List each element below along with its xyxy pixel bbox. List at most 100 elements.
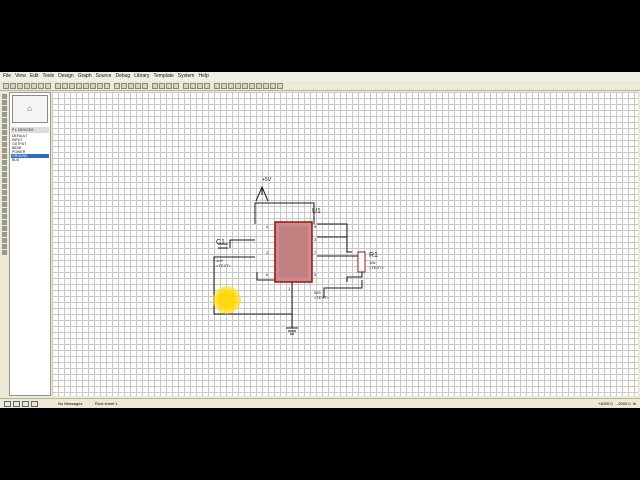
pin-label: 1 bbox=[288, 286, 291, 291]
schematic-canvas[interactable]: +5V U1 C1 1nF <TEXT> R1 10k <TEXT> 555 <… bbox=[52, 92, 638, 396]
rotate-ccw-icon[interactable] bbox=[1, 238, 7, 243]
netlist-ares-icon[interactable] bbox=[277, 82, 283, 89]
object-selector-tabs[interactable]: P L DEVICES bbox=[11, 127, 49, 133]
grid-icon[interactable] bbox=[62, 82, 68, 89]
arc-icon[interactable] bbox=[1, 202, 7, 207]
overview-window[interactable]: ⌂ bbox=[12, 95, 48, 123]
menu-view[interactable]: View bbox=[15, 72, 26, 81]
menu-source[interactable]: Source bbox=[96, 72, 112, 81]
pick-device-icon[interactable] bbox=[183, 82, 189, 89]
mode-toolbar bbox=[0, 92, 8, 396]
wire-label-icon[interactable] bbox=[1, 112, 7, 117]
terminal-icon[interactable] bbox=[1, 136, 7, 141]
cut-icon[interactable] bbox=[128, 82, 134, 89]
circle-icon[interactable] bbox=[1, 196, 7, 201]
junction-icon[interactable] bbox=[1, 106, 7, 111]
new-sheet-icon[interactable] bbox=[242, 82, 248, 89]
zoom-all-icon[interactable] bbox=[97, 82, 103, 89]
box-icon[interactable] bbox=[1, 190, 7, 195]
line-icon[interactable] bbox=[1, 184, 7, 189]
current-probe-icon[interactable] bbox=[1, 172, 7, 177]
rotate-cw-icon[interactable] bbox=[1, 232, 7, 237]
bom-icon[interactable] bbox=[263, 82, 269, 89]
menu-debug[interactable]: Debug bbox=[115, 72, 130, 81]
block-rotate-icon[interactable] bbox=[166, 82, 172, 89]
open-icon[interactable] bbox=[10, 82, 16, 89]
search-tag-icon[interactable] bbox=[221, 82, 227, 89]
pause-icon[interactable] bbox=[22, 401, 29, 407]
redraw-icon[interactable] bbox=[55, 82, 61, 89]
step-icon[interactable] bbox=[13, 401, 20, 407]
zoom-out-icon[interactable] bbox=[90, 82, 96, 89]
erc-icon[interactable] bbox=[270, 82, 276, 89]
pan-icon[interactable] bbox=[76, 82, 82, 89]
save-icon[interactable] bbox=[17, 82, 23, 89]
wire-c1[interactable] bbox=[229, 239, 255, 248]
voltage-probe-icon[interactable] bbox=[1, 166, 7, 171]
message-count[interactable]: No Messages bbox=[58, 399, 82, 408]
ground-icon[interactable] bbox=[286, 327, 298, 335]
wire-autorouter-icon[interactable] bbox=[214, 82, 220, 89]
block-move-icon[interactable] bbox=[159, 82, 165, 89]
menu-graph[interactable]: Graph bbox=[78, 72, 92, 81]
menu-edit[interactable]: Edit bbox=[30, 72, 39, 81]
menu-tools[interactable]: Tools bbox=[42, 72, 54, 81]
origin-icon[interactable] bbox=[69, 82, 75, 89]
print-area-icon[interactable] bbox=[45, 82, 51, 89]
tape-icon[interactable] bbox=[1, 154, 7, 159]
graph-icon[interactable] bbox=[1, 148, 7, 153]
symbol-icon[interactable] bbox=[1, 220, 7, 225]
generator-icon[interactable] bbox=[1, 160, 7, 165]
pin-label: 7 bbox=[314, 250, 317, 255]
print-icon[interactable] bbox=[38, 82, 44, 89]
text-script-icon[interactable] bbox=[1, 118, 7, 123]
toolbar-separator bbox=[111, 83, 113, 89]
mirror-y-icon[interactable] bbox=[1, 250, 7, 255]
property-assign-icon[interactable] bbox=[228, 82, 234, 89]
menu-design[interactable]: Design bbox=[58, 72, 74, 81]
block-copy-icon[interactable] bbox=[152, 82, 158, 89]
redo-icon[interactable] bbox=[121, 82, 127, 89]
make-device-icon[interactable] bbox=[190, 82, 196, 89]
select-mode-icon[interactable] bbox=[1, 94, 7, 99]
menu-library[interactable]: Library bbox=[134, 72, 149, 81]
import-icon[interactable] bbox=[24, 82, 30, 89]
toolbar-separator bbox=[180, 83, 182, 89]
wire-r1-bottom[interactable] bbox=[323, 280, 363, 298]
menu-file[interactable]: File bbox=[3, 72, 11, 81]
bus-icon[interactable] bbox=[1, 124, 7, 129]
remove-sheet-icon[interactable] bbox=[249, 82, 255, 89]
zoom-area-icon[interactable] bbox=[104, 82, 110, 89]
new-icon[interactable] bbox=[3, 82, 9, 89]
block-delete-icon[interactable] bbox=[173, 82, 179, 89]
text-icon[interactable] bbox=[1, 214, 7, 219]
resistor-r1-icon[interactable] bbox=[357, 251, 366, 273]
paste-icon[interactable] bbox=[142, 82, 148, 89]
design-explorer-icon[interactable] bbox=[235, 82, 241, 89]
package-tool-icon[interactable] bbox=[197, 82, 203, 89]
mirror-x-icon[interactable] bbox=[1, 244, 7, 249]
play-icon[interactable] bbox=[4, 401, 11, 407]
stop-icon[interactable] bbox=[31, 401, 38, 407]
wire-discharge[interactable] bbox=[317, 236, 352, 253]
menu-system[interactable]: System bbox=[178, 72, 195, 81]
wire-reset-vcc[interactable] bbox=[254, 202, 315, 224]
list-item[interactable]: BUS bbox=[11, 158, 49, 162]
decompose-icon[interactable] bbox=[204, 82, 210, 89]
wire-output[interactable] bbox=[317, 223, 348, 237]
pin-label: 2 bbox=[266, 250, 269, 255]
menu-template[interactable]: Template bbox=[153, 72, 173, 81]
path-icon[interactable] bbox=[1, 208, 7, 213]
marker-icon[interactable] bbox=[1, 226, 7, 231]
copy-icon[interactable] bbox=[135, 82, 141, 89]
virtual-instrument-icon[interactable] bbox=[1, 178, 7, 183]
menu-help[interactable]: Help bbox=[198, 72, 208, 81]
export-icon[interactable] bbox=[31, 82, 37, 89]
zoom-in-icon[interactable] bbox=[83, 82, 89, 89]
undo-icon[interactable] bbox=[114, 82, 120, 89]
device-pin-icon[interactable] bbox=[1, 142, 7, 147]
subcircuit-icon[interactable] bbox=[1, 130, 7, 135]
wire-threshold[interactable] bbox=[317, 255, 363, 282]
exit-parent-icon[interactable] bbox=[256, 82, 262, 89]
component-mode-icon[interactable] bbox=[1, 100, 7, 105]
